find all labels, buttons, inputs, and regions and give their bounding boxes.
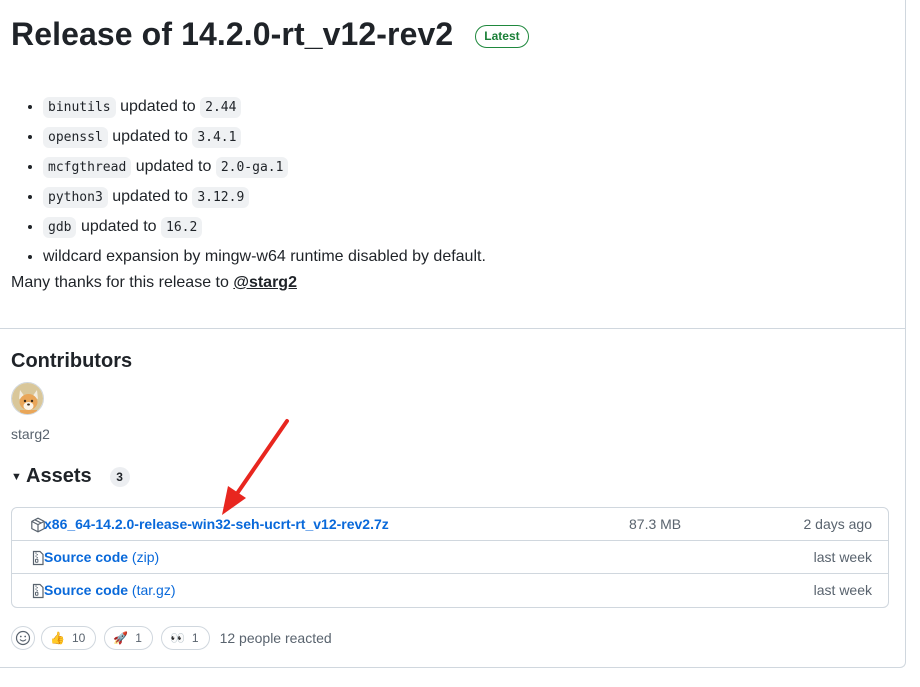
note-text: updated to [135,158,212,175]
inline-code: 3.12.9 [192,187,250,208]
note-text: updated to [112,128,188,145]
inline-code: mcfgthread [43,157,132,178]
note-text: wildcard expansion by mingw-w64 runtime … [43,248,486,265]
release-header: Release of 14.2.0-rt_v12-rev2 Latest [11,16,529,53]
mention-link[interactable]: @starg2 [233,274,297,291]
smiley-icon [15,630,31,646]
inline-code: 3.4.1 [192,127,242,148]
latest-badge: Latest [475,25,529,48]
reaction-count: 1 [191,631,199,645]
release-notes-list: binutils updated to 2.44 openssl updated… [22,92,486,271]
asset-row: Source code (tar.gz) last week [12,574,888,607]
fox-avatar-icon [12,383,43,414]
contributor-name[interactable]: starg2 [11,426,50,442]
assets-heading[interactable]: Assets [26,465,92,488]
release-title[interactable]: Release of 14.2.0-rt_v12-rev2 [11,16,453,53]
asset-link[interactable]: x86_64-14.2.0-release-win32-seh-ucrt-rt_… [44,516,389,532]
asset-date: 2 days ago [803,516,873,532]
inline-code: 2.44 [200,97,242,118]
note-text: updated to [112,188,188,205]
note-text: updated to [120,98,196,115]
asset-name[interactable]: Source code [44,582,128,598]
reaction-rocket[interactable]: 🚀 1 [104,626,153,650]
release-card: Release of 14.2.0-rt_v12-rev2 Latest bin… [0,0,906,668]
asset-date: last week [813,549,872,565]
asset-row: x86_64-14.2.0-release-win32-seh-ucrt-rt_… [12,508,888,541]
asset-row: Source code (zip) last week [12,541,888,574]
asset-link[interactable]: Source code (zip) [44,549,159,565]
inline-code: 2.0-ga.1 [215,157,289,178]
contributors-heading: Contributors [11,350,133,372]
assets-count-badge: 3 [109,466,130,487]
assets-list: x86_64-14.2.0-release-win32-seh-ucrt-rt_… [11,507,889,608]
eyes-icon: 👀 [169,631,185,645]
reaction-eyes[interactable]: 👀 1 [160,626,210,650]
avatar[interactable] [11,382,44,415]
thanks-text: Many thanks for this release to [11,274,229,291]
asset-date: last week [813,582,872,598]
inline-code: openssl [43,127,108,148]
thumbs-up-icon: 👍 [50,631,65,645]
asset-link[interactable]: Source code (tar.gz) [44,582,176,598]
thanks-line: Many thanks for this release to @starg2 [11,274,297,292]
list-item: wildcard expansion by mingw-w64 runtime … [43,242,486,271]
reaction-count: 1 [135,631,142,645]
list-item: python3 updated to 3.12.9 [43,182,486,212]
list-item: gdb updated to 16.2 [43,212,486,242]
reaction-count: 10 [71,631,86,645]
asset-name[interactable]: Source code [44,549,128,565]
inline-code: binutils [43,97,116,118]
list-item: mcfgthread updated to 2.0-ga.1 [43,152,486,182]
inline-code: gdb [43,217,77,238]
reaction-thumbs-up[interactable]: 👍 10 [41,626,97,650]
divider [0,328,906,329]
inline-code: 16.2 [161,217,203,238]
inline-code: python3 [43,187,108,208]
reaction-summary: 12 people reacted [219,630,332,646]
caret-down-icon[interactable]: ▼ [11,471,26,483]
add-reaction-button[interactable] [11,626,35,650]
asset-ext[interactable]: (tar.gz) [132,582,176,598]
assets-header[interactable]: ▼ Assets 3 [11,465,130,488]
asset-size: 87.3 MB [629,516,682,532]
asset-name[interactable]: x86_64-14.2.0-release-win32-seh-ucrt-rt_… [44,516,389,532]
list-item: openssl updated to 3.4.1 [43,122,486,152]
list-item: binutils updated to 2.44 [43,92,486,122]
rocket-icon: 🚀 [113,631,129,645]
reactions-bar: 👍 10 🚀 1 👀 1 12 people reacted [11,626,332,650]
asset-ext[interactable]: (zip) [132,549,159,565]
note-text: updated to [80,218,157,235]
